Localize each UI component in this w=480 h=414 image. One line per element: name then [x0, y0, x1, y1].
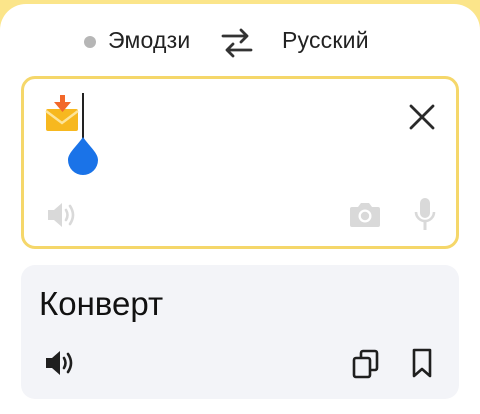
target-language-button[interactable]: Русский — [282, 27, 369, 54]
incoming-envelope-emoji — [45, 95, 81, 135]
speaker-icon — [46, 351, 73, 375]
source-text-input[interactable] — [21, 76, 459, 249]
copy-icon — [352, 349, 379, 379]
swap-arrows-icon — [221, 28, 253, 58]
swap-languages-button[interactable] — [220, 26, 254, 60]
bookmark-icon — [412, 348, 432, 378]
text-cursor — [82, 93, 84, 139]
camera-button[interactable] — [349, 200, 381, 228]
clear-input-button[interactable] — [408, 103, 436, 131]
copy-translation-button[interactable] — [352, 349, 380, 379]
language-indicator-dot — [84, 36, 96, 48]
camera-icon — [350, 203, 380, 227]
translation-text: Конверт — [39, 285, 164, 322]
voice-input-button[interactable] — [414, 197, 436, 231]
speaker-icon — [48, 203, 75, 227]
close-icon — [409, 104, 435, 130]
speak-translation-button[interactable] — [44, 348, 76, 378]
translator-sheet: Эмодзи Русский Конверт — [0, 4, 480, 414]
microphone-icon — [414, 198, 436, 230]
translation-card: Конверт — [21, 265, 459, 399]
language-bar: Эмодзи Русский — [0, 4, 480, 78]
bookmark-translation-button[interactable] — [410, 348, 434, 378]
cursor-handle[interactable] — [66, 135, 100, 175]
speak-source-button[interactable] — [46, 200, 78, 230]
source-language-button[interactable]: Эмодзи — [108, 27, 190, 54]
